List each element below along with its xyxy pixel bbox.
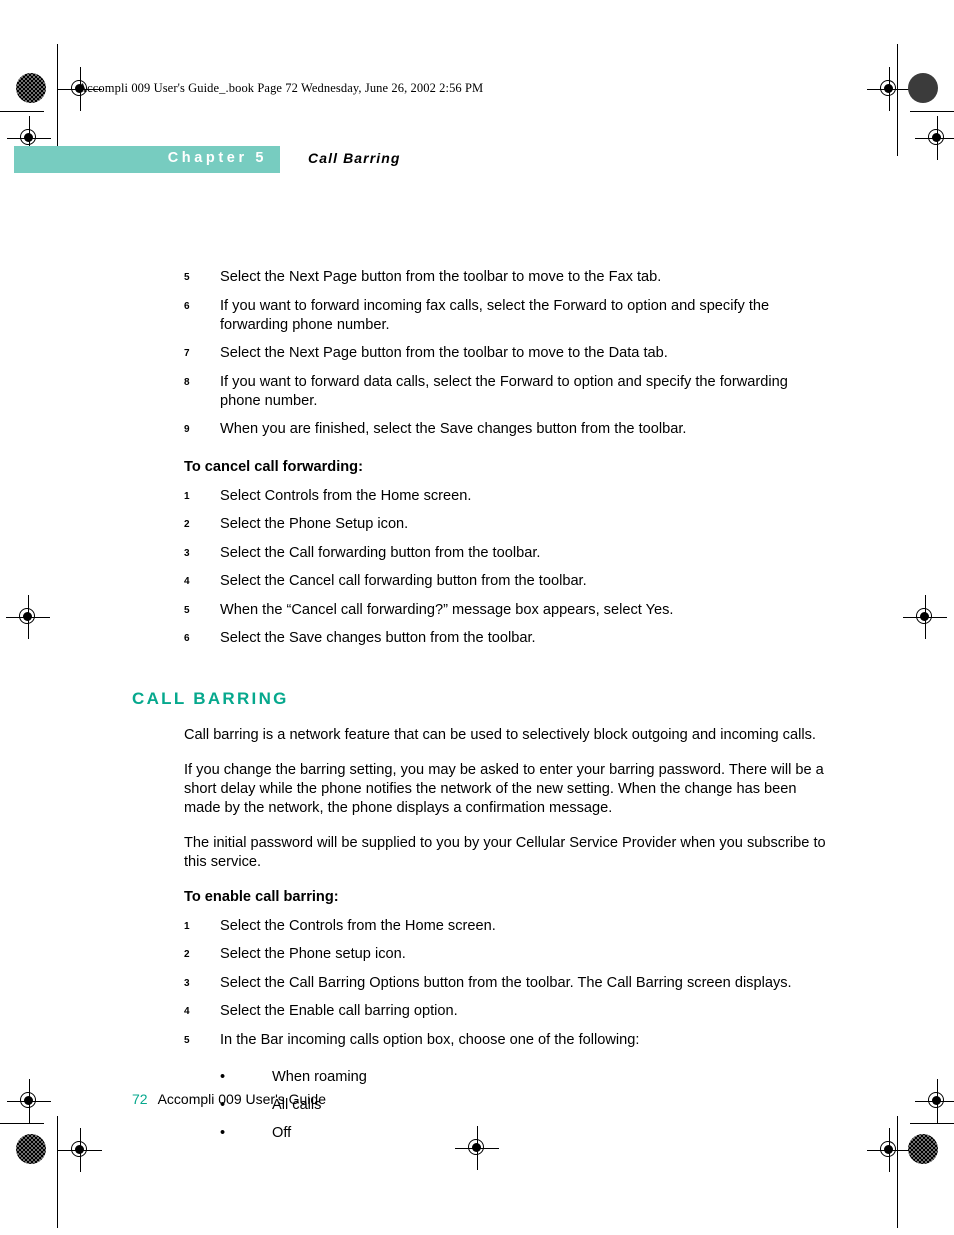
crop-rule-left-vertical-lower: [57, 1116, 58, 1228]
step-text: Select the Cancel call forwarding button…: [220, 573, 587, 589]
bullet-icon: •: [220, 1069, 226, 1085]
step-number: 6: [184, 300, 190, 312]
call-barring-paragraph: Call barring is a network feature that c…: [184, 726, 816, 743]
step-number: 3: [184, 977, 190, 989]
list-item: 6 If you want to forward incoming fax ca…: [132, 297, 832, 335]
step-text: Select the Phone setup icon.: [220, 946, 406, 962]
registration-mark-bottom-left-inner: [58, 1128, 102, 1172]
cancel-forwarding-steps: 1 Select Controls from the Home screen. …: [132, 487, 832, 649]
crop-rule-bottom-left-horizontal: [0, 1123, 44, 1124]
step-text: When you are finished, select the Save c…: [220, 421, 687, 437]
registration-mark-mid-right: [903, 595, 947, 639]
step-number: 3: [184, 547, 190, 559]
step-text: Select the Next Page button from the too…: [220, 269, 662, 285]
step-text: If you want to forward data calls, selec…: [220, 373, 788, 409]
list-item: 1 Select the Controls from the Home scre…: [132, 917, 832, 936]
step-text: Select the Next Page button from the too…: [220, 345, 668, 361]
call-barring-paragraph: The initial password will be supplied to…: [184, 834, 826, 870]
list-item: 8 If you want to forward data calls, sel…: [132, 373, 832, 411]
step-text: In the Bar incoming calls option box, ch…: [220, 1031, 640, 1048]
step-text: Select the Phone Setup icon.: [220, 516, 409, 532]
crop-rule-left-vertical: [57, 44, 58, 156]
density-patch-bottom-right: [908, 1134, 938, 1164]
chapter-banner-label: Chapter 5: [167, 150, 267, 166]
list-item: • Off: [132, 1124, 832, 1143]
option-text: Off: [272, 1125, 292, 1141]
step-text: When the “Cancel call forwarding?” messa…: [220, 601, 674, 618]
step-text: Select the Controls from the Home screen…: [220, 917, 496, 934]
list-item: 5 When the “Cancel call forwarding?” mes…: [132, 601, 832, 620]
document-header-line: Accompli 009 User's Guide_.book Page 72 …: [78, 81, 484, 95]
option-text: When roaming: [272, 1069, 367, 1085]
registration-mark-top-right-outer: [915, 116, 954, 160]
list-item: 6 Select the Save changes button from th…: [132, 629, 832, 648]
list-item: 5 In the Bar incoming calls option box, …: [132, 1031, 832, 1050]
cancel-forwarding-heading: To cancel call forwarding:: [184, 458, 363, 475]
crop-rule-top-left-horizontal: [0, 111, 44, 112]
step-number: 2: [184, 519, 190, 530]
enable-barring-steps: 1 Select the Controls from the Home scre…: [132, 917, 832, 1050]
step-text: If you want to forward incoming fax call…: [220, 297, 770, 333]
crop-rule-right-vertical-lower: [897, 1116, 898, 1228]
step-text: Select the Enable call barring option.: [220, 1003, 458, 1019]
page-number: 72: [132, 1091, 148, 1107]
list-item: 5 Select the Next Page button from the t…: [132, 268, 832, 287]
footer-guide-title: Accompli 009 User's Guide: [157, 1091, 326, 1107]
list-item: 3 Select the Call forwarding button from…: [132, 544, 832, 563]
list-item: 2 Select the Phone setup icon.: [132, 945, 832, 964]
step-number: 1: [184, 490, 190, 502]
density-patch-bottom-left: [16, 1134, 46, 1164]
density-patch-top-left: [16, 73, 46, 103]
enable-barring-heading: To enable call barring:: [184, 888, 339, 905]
bullet-icon: •: [220, 1125, 226, 1141]
crop-rule-top-right-horizontal: [910, 111, 954, 112]
density-patch-top-right: [908, 73, 938, 103]
step-text: Select the Call Barring Options button f…: [220, 974, 792, 991]
list-item: 3 Select the Call Barring Options button…: [132, 974, 832, 993]
list-item: 2 Select the Phone Setup icon.: [132, 515, 832, 534]
step-number: 9: [184, 424, 190, 435]
list-item: 9 When you are finished, select the Save…: [132, 420, 832, 439]
crop-rule-bottom-right-horizontal: [910, 1123, 954, 1124]
registration-mark-bottom-right-outer: [915, 1079, 954, 1123]
step-number: 5: [184, 1034, 190, 1046]
call-forwarding-steps-continued: 5 Select the Next Page button from the t…: [132, 268, 832, 439]
section-heading-call-barring: CALL BARRING: [132, 688, 289, 708]
step-text: Select the Call forwarding button from t…: [220, 544, 541, 561]
step-number: 1: [184, 920, 190, 932]
step-number: 4: [184, 1006, 190, 1017]
list-item: 7 Select the Next Page button from the t…: [132, 344, 832, 363]
step-number: 5: [184, 604, 190, 616]
chapter-topic-label: Call Barring: [308, 150, 401, 166]
step-number: 7: [184, 348, 190, 359]
list-item: • When roaming: [132, 1068, 832, 1087]
call-barring-paragraph: If you change the barring setting, you m…: [184, 761, 824, 816]
list-item: 4 Select the Enable call barring option.: [132, 1002, 832, 1021]
step-number: 4: [184, 576, 190, 587]
list-item: 4 Select the Cancel call forwarding butt…: [132, 572, 832, 591]
registration-mark-top-right-inner: [867, 67, 911, 111]
step-number: 6: [184, 633, 190, 644]
registration-mark-bottom-right-inner: [867, 1128, 911, 1172]
page-footer: 72 Accompli 009 User's Guide: [132, 1090, 326, 1108]
step-text: Select Controls from the Home screen.: [220, 487, 472, 504]
registration-mark-mid-left: [6, 595, 50, 639]
step-number: 2: [184, 949, 190, 960]
chapter-banner: Chapter 5: [14, 146, 280, 173]
page-content: 5 Select the Next Page button from the t…: [132, 268, 832, 1152]
step-number: 5: [184, 272, 190, 283]
list-item: 1 Select Controls from the Home screen.: [132, 487, 832, 506]
registration-mark-bottom-left-outer: [7, 1079, 51, 1123]
step-text: Select the Save changes button from the …: [220, 630, 536, 646]
step-number: 8: [184, 376, 190, 388]
